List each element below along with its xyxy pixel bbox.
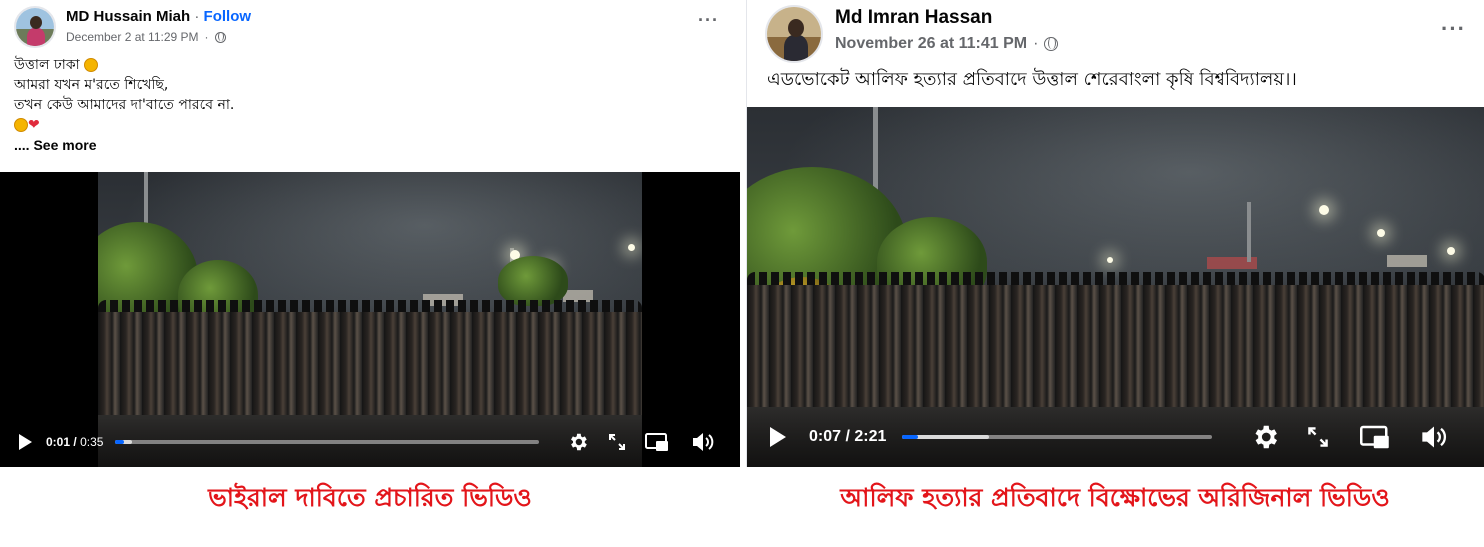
picture-in-picture-icon[interactable] bbox=[645, 432, 669, 452]
video-controls: 0:07 / 2:21 bbox=[747, 407, 1484, 467]
globe-icon bbox=[1044, 37, 1059, 51]
progress-bar[interactable] bbox=[902, 435, 1213, 439]
time-separator: / bbox=[73, 435, 77, 449]
avatar[interactable] bbox=[14, 6, 56, 48]
settings-gear-icon[interactable] bbox=[567, 431, 589, 453]
fist-emoji-icon bbox=[84, 58, 99, 72]
more-options-icon[interactable]: ··· bbox=[1441, 16, 1466, 42]
globe-icon bbox=[214, 31, 226, 43]
progress-fill bbox=[115, 440, 124, 444]
fist-emoji-icon bbox=[14, 118, 28, 132]
author-name[interactable]: Md Imran Hassan bbox=[835, 7, 992, 28]
post-text: এডভোকেট আলিফ হত্যার প্রতিবাদে উত্তাল শের… bbox=[767, 69, 1297, 90]
duration: 2:21 bbox=[854, 428, 887, 445]
post-meta: December 2 at 11:29 PM · bbox=[66, 30, 226, 44]
progress-fill bbox=[902, 435, 918, 439]
right-post: Md Imran Hassan November 26 at 11:41 PM … bbox=[746, 0, 1484, 467]
timestamp[interactable]: November 26 at 11:41 PM bbox=[835, 35, 1027, 53]
volume-icon[interactable] bbox=[691, 431, 715, 453]
timestamp[interactable]: December 2 at 11:29 PM bbox=[66, 30, 199, 44]
post-meta: November 26 at 11:41 PM · bbox=[835, 35, 1059, 53]
separator: · bbox=[1033, 35, 1039, 52]
play-icon[interactable] bbox=[16, 432, 34, 452]
current-time: 0:01 bbox=[46, 435, 71, 449]
more-options-icon[interactable]: ··· bbox=[698, 10, 719, 31]
author-line: Md Imran Hassan bbox=[835, 7, 992, 29]
left-post: MD Hussain Miah · Follow December 2 at 1… bbox=[0, 0, 740, 467]
current-time: 0:07 bbox=[809, 428, 842, 445]
author-line: MD Hussain Miah · Follow bbox=[66, 8, 251, 25]
play-icon[interactable] bbox=[767, 425, 789, 449]
video-controls: 0:01 / 0:35 bbox=[0, 417, 740, 467]
post-text: উত্তাল ঢাকা আমরা যখন ম'রতে শিখেছি, তখন ক… bbox=[14, 55, 234, 155]
volume-icon[interactable] bbox=[1420, 424, 1448, 450]
follow-button[interactable]: Follow bbox=[204, 8, 252, 25]
fullscreen-expand-icon[interactable] bbox=[607, 432, 627, 452]
post-text-line: তখন কেউ আমাদের দা'বাতে পারবে না. bbox=[14, 97, 235, 113]
video-player[interactable]: 0:07 / 2:21 bbox=[747, 107, 1484, 467]
author-name[interactable]: MD Hussain Miah bbox=[66, 8, 190, 25]
video-time: 0:07 / 2:21 bbox=[809, 428, 886, 446]
see-more-link[interactable]: .... See more bbox=[14, 135, 234, 155]
time-separator: / bbox=[845, 428, 850, 445]
video-time: 0:01 / 0:35 bbox=[46, 435, 103, 449]
settings-gear-icon[interactable] bbox=[1250, 422, 1280, 452]
avatar[interactable] bbox=[765, 5, 823, 63]
video-player[interactable]: 0:01 / 0:35 bbox=[0, 172, 740, 467]
separator: · bbox=[194, 8, 200, 25]
caption-original-video: আলিফ হত্যার প্রতিবাদে বিক্ষোভের অরিজিনাল… bbox=[840, 483, 1390, 512]
progress-bar[interactable] bbox=[115, 440, 540, 444]
post-text-line: আমরা যখন ম'রতে শিখেছি, bbox=[14, 77, 169, 93]
heart-emoji-icon: ❤ bbox=[28, 117, 40, 133]
separator: · bbox=[204, 30, 209, 44]
caption-viral-claim: ভাইরাল দাবিতে প্রচারিত ভিডিও bbox=[208, 483, 532, 512]
picture-in-picture-icon[interactable] bbox=[1360, 424, 1390, 450]
post-text-line: উত্তাল ঢাকা bbox=[14, 57, 80, 73]
duration: 0:35 bbox=[80, 435, 104, 449]
fullscreen-expand-icon[interactable] bbox=[1306, 425, 1330, 449]
